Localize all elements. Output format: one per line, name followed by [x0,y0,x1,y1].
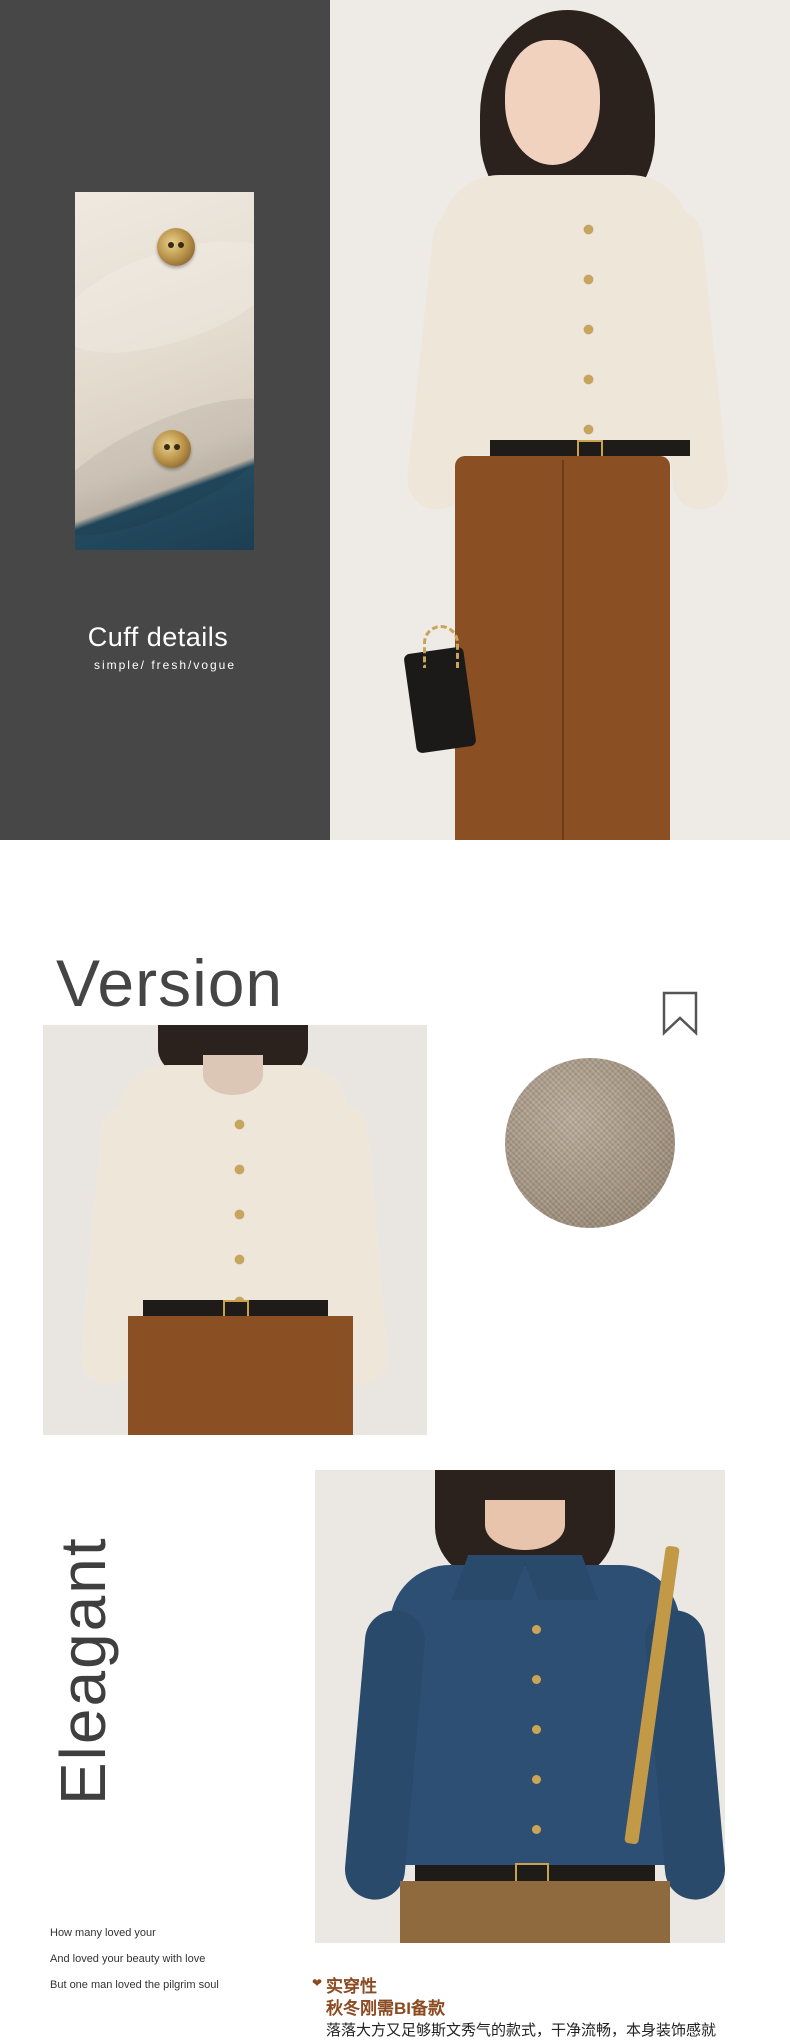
model-photo-cream-cardigan [330,0,790,840]
fabric-swatch [505,1058,675,1228]
cuff-details-title: Cuff details [87,622,229,652]
feature-subtitle: 秋冬刚需BI备款 [326,1999,445,2018]
version-title: Version [56,946,284,1020]
feature-description: 落落大方又足够斯文秀气的款式，干净流畅，本身装饰感就 [326,2022,717,2039]
cuff-detail-photo [75,192,254,550]
poem-line-1: How many loved your [50,1927,156,1939]
eleagant-vertical-title: Eleagant [47,1536,119,1805]
poem-line-2: And loved your beauty with love [50,1953,206,1965]
version-model-photo [43,1025,427,1435]
heart-icon: ❤ [312,1976,323,1990]
cuff-details-subtitle: simple/ fresh/vogue [93,658,237,672]
poem-line-3: But one man loved the pilgrim soul [50,1979,219,1991]
navy-cardigan-model-photo [315,1470,725,1943]
bookmark-icon [662,991,698,1036]
